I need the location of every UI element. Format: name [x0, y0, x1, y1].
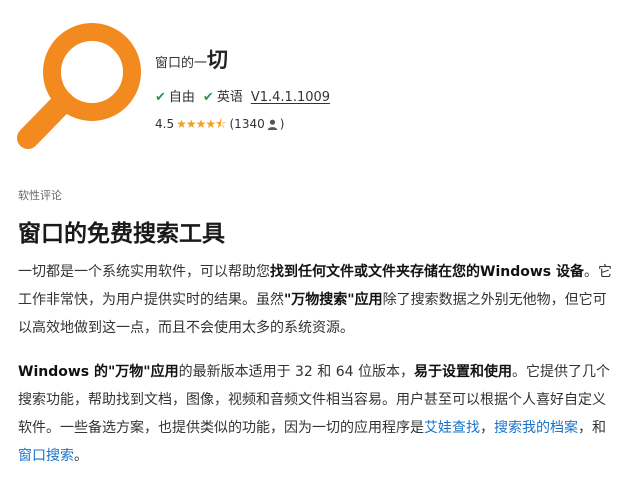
bold-text: "万物搜索"应用 — [284, 292, 383, 308]
rating-count-open: (1340 — [229, 117, 265, 131]
text: ，和 — [578, 420, 606, 436]
bold-text: Windows 的"万物"应用 — [18, 364, 179, 380]
text: ， — [480, 420, 494, 436]
app-title-prefix: 窗口的一 — [155, 56, 208, 71]
app-title: 窗口的一切 — [155, 46, 228, 74]
version-tag[interactable]: V1.4.1.1009 — [251, 90, 330, 105]
rating-stars-icon: ★★★★⯪ — [176, 117, 226, 131]
license-tag: 自由 — [168, 90, 195, 105]
app-header: 窗口的一切 — [155, 46, 228, 74]
text: 。 — [74, 448, 88, 464]
app-logo-magnifier-icon — [17, 23, 141, 149]
rating-count-close: ) — [279, 117, 285, 131]
check-icon: ✔ — [202, 90, 214, 105]
app-title-main: 切 — [207, 48, 229, 72]
text: 一切都是一个系统实用软件，可以帮助您 — [18, 264, 270, 280]
text: 的最新版本适用于 32 和 64 位版本， — [178, 364, 415, 380]
alternative-link-2[interactable]: 搜索我的档案 — [494, 420, 578, 436]
section-label: 软性评论 — [18, 189, 62, 202]
bold-text: 找到任何文件或文件夹存储在您的Windows 设备 — [270, 264, 584, 280]
review-paragraph-1: 一切都是一个系统实用软件，可以帮助您找到任何文件或文件夹存储在您的Windows… — [18, 258, 612, 342]
app-rating: 4.5 ★★★★⯪ (1340) — [155, 115, 284, 136]
app-tags: ✔ 自由 ✔ 英语 V1.4.1.1009 — [155, 86, 330, 105]
bold-text: 易于设置和使用 — [414, 364, 513, 380]
alternative-link-1[interactable]: 艾娃查找 — [424, 420, 480, 436]
rating-score: 4.5 — [155, 117, 175, 131]
language-tag: 英语 — [216, 90, 243, 105]
review-paragraph-2: Windows 的"万物"应用的最新版本适用于 32 和 64 位版本，易于设置… — [18, 358, 612, 470]
check-icon: ✔ — [155, 90, 166, 105]
alternative-link-3[interactable]: 窗口搜索 — [18, 448, 74, 464]
user-icon — [267, 119, 277, 130]
review-heading: 窗口的免费搜索工具 — [18, 221, 225, 247]
